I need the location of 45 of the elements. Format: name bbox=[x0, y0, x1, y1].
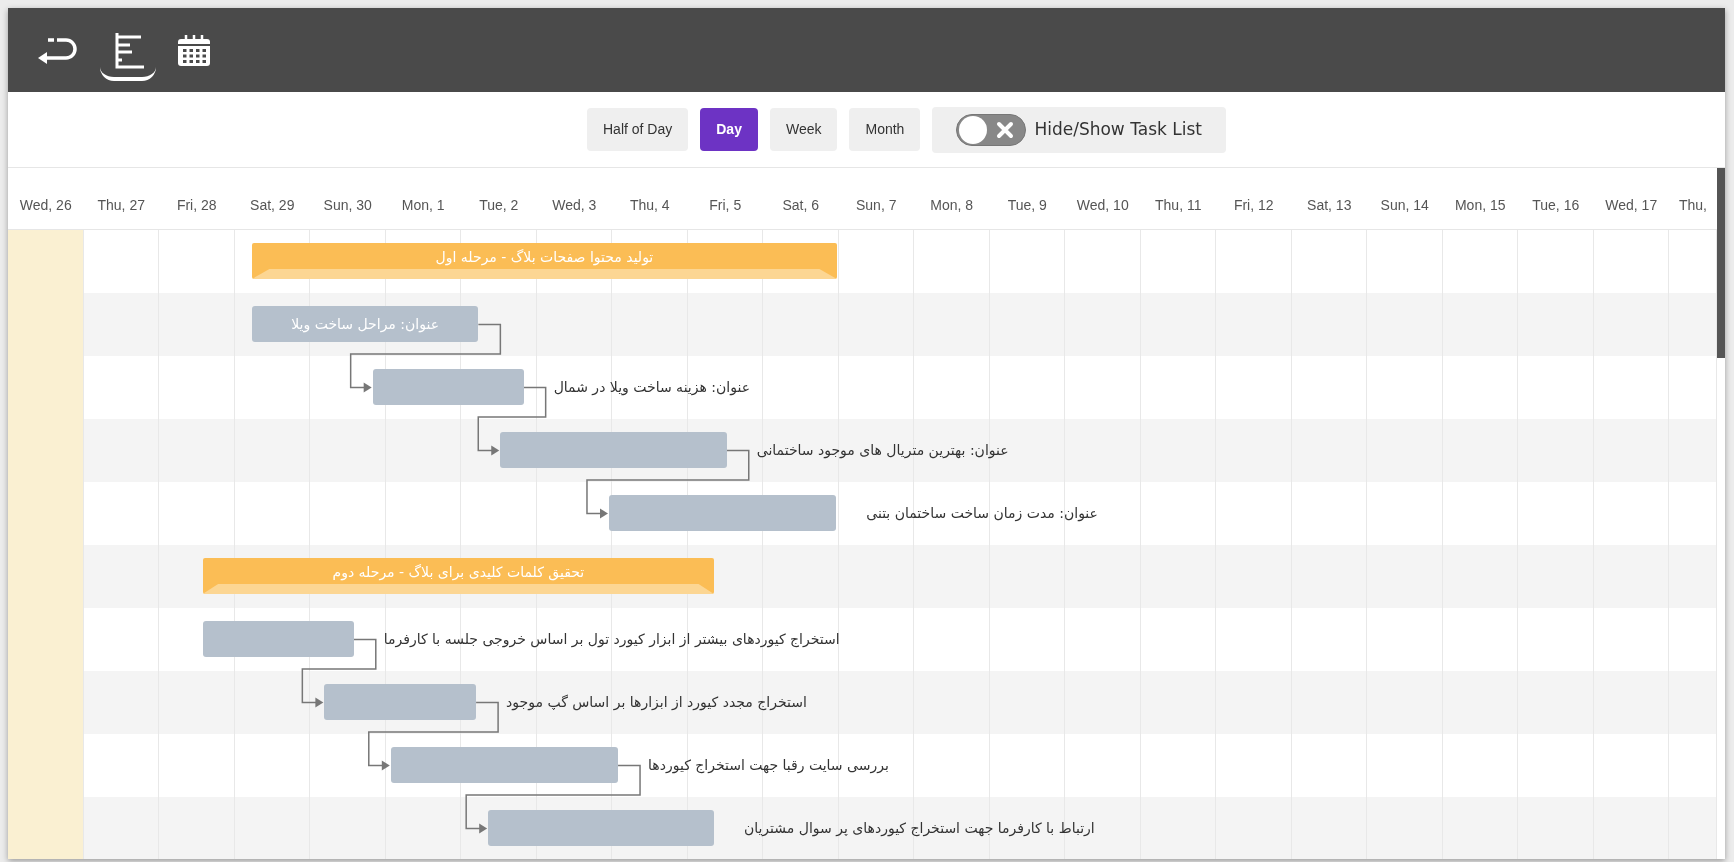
date-header: Sun, 30 bbox=[322, 196, 373, 215]
date-header: Fri, 12 bbox=[1232, 196, 1275, 215]
date-header: Mon, 1 bbox=[400, 196, 446, 215]
task-label: عنوان: بهترین متریال های موجود ساختمانی bbox=[756, 441, 1009, 461]
date-header: Wed, 3 bbox=[551, 196, 598, 215]
task-label: بررسی سایت رقبا جهت استخراج کیوردها bbox=[648, 756, 889, 776]
scale-button[interactable]: Day bbox=[700, 108, 758, 151]
date-header: Thu, 27 bbox=[96, 196, 146, 215]
task-bar[interactable] bbox=[390, 747, 619, 783]
scale-button[interactable]: Month bbox=[849, 108, 921, 151]
date-header: Tue, 2 bbox=[478, 196, 520, 215]
task-bar[interactable] bbox=[372, 369, 524, 405]
toggle-switch[interactable] bbox=[956, 113, 1027, 146]
date-header: Fri, 28 bbox=[175, 196, 218, 215]
date-header: Mon, 15 bbox=[1453, 196, 1507, 215]
date-header: Sat, 29 bbox=[249, 196, 296, 215]
toggle-label: Hide/Show Task List bbox=[1034, 117, 1202, 141]
date-header: Thu, bbox=[1678, 196, 1708, 215]
date-header: Sat, 13 bbox=[1306, 196, 1353, 215]
task-label: استخراج کیوردهای بیشتر از ابزار کیورد تول بر اساس خروجی جلسه با کارفرما bbox=[383, 630, 840, 650]
task-bar[interactable] bbox=[608, 495, 837, 531]
date-header: Tue, 16 bbox=[1531, 196, 1581, 215]
date-header: Sat, 6 bbox=[781, 196, 821, 215]
date-header: Wed, 26 bbox=[18, 196, 73, 215]
date-header: Wed, 17 bbox=[1604, 196, 1659, 215]
close-icon bbox=[995, 119, 1016, 140]
scale-button[interactable]: Half of Day bbox=[587, 108, 689, 151]
task-label: عنوان: هزینه ساخت ویلا در شمال bbox=[553, 378, 750, 398]
date-header: Wed, 10 bbox=[1075, 196, 1130, 215]
date-header: Sun, 14 bbox=[1379, 196, 1430, 215]
date-header: Tue, 9 bbox=[1006, 196, 1048, 215]
task-bar[interactable] bbox=[500, 432, 727, 468]
date-header: Thu, 4 bbox=[628, 196, 671, 215]
date-header: Sun, 7 bbox=[855, 196, 898, 215]
task-bar[interactable] bbox=[202, 621, 354, 657]
task-bar[interactable] bbox=[488, 810, 714, 846]
calendar-icon bbox=[176, 33, 212, 67]
task-label: استخراج مجدد کیورد از ابزارها بر اساس گپ موجود bbox=[506, 693, 807, 713]
task-label: عنوان: مدت زمان ساخت ساختمان بتنی bbox=[866, 504, 1098, 524]
date-header: Mon, 8 bbox=[929, 196, 975, 215]
date-header: Thu, 11 bbox=[1154, 196, 1203, 215]
scale-button[interactable]: Week bbox=[769, 108, 838, 151]
task-label: ارتباط با کارفرما جهت استخراج کیوردهای پر سوال مشتریان bbox=[743, 819, 1095, 839]
task-bar[interactable] bbox=[324, 684, 477, 720]
date-header: Fri, 5 bbox=[708, 196, 743, 215]
